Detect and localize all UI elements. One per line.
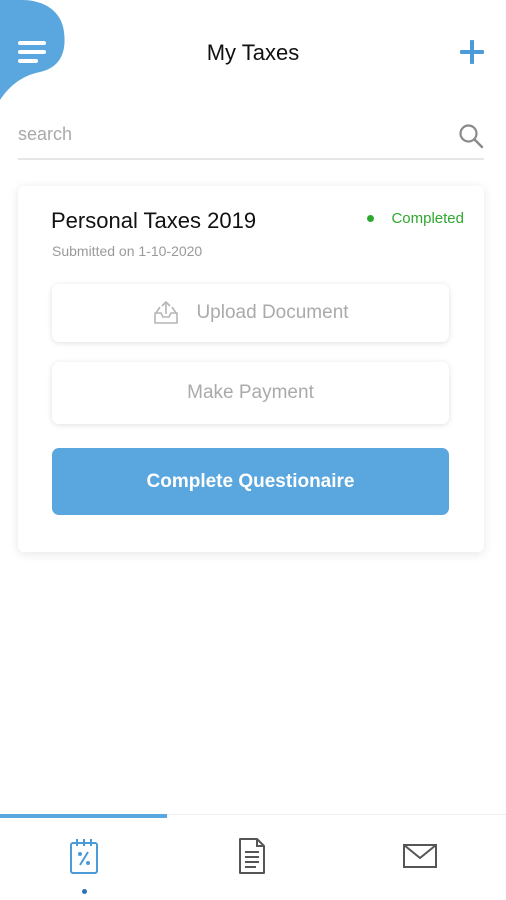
status-dot-icon (367, 215, 375, 222)
mail-icon (403, 844, 437, 868)
tab-documents[interactable] (168, 815, 336, 900)
search-input[interactable] (18, 115, 418, 153)
complete-questionnaire-button[interactable]: Complete Questionaire (52, 448, 449, 515)
add-tax-button[interactable] (460, 40, 484, 64)
tax-calculator-icon (70, 839, 98, 874)
make-payment-button[interactable]: Make Payment (52, 362, 449, 424)
active-tab-dot (82, 889, 87, 894)
card-title: Personal Taxes 2019 (51, 208, 257, 233)
submission-date: Submitted on 1-10-2020 (52, 243, 203, 259)
tax-return-card: Personal Taxes 2019 Submitted on 1-10-20… (18, 186, 484, 552)
bottom-tab-bar (0, 814, 506, 900)
document-icon (239, 838, 265, 874)
tab-messages[interactable] (336, 815, 504, 900)
complete-questionnaire-label: Complete Questionaire (146, 470, 355, 492)
search-bar (18, 115, 484, 160)
search-icon[interactable] (458, 123, 484, 149)
make-payment-label: Make Payment (187, 382, 314, 403)
upload-tray-icon (154, 301, 179, 324)
status-label: Completed (391, 210, 464, 227)
tab-taxes[interactable] (0, 815, 168, 900)
upload-document-label: Upload Document (196, 302, 349, 323)
upload-document-button[interactable]: Upload Document (52, 284, 449, 342)
page-title: My Taxes (206, 40, 300, 65)
status-badge: Completed (367, 210, 464, 227)
